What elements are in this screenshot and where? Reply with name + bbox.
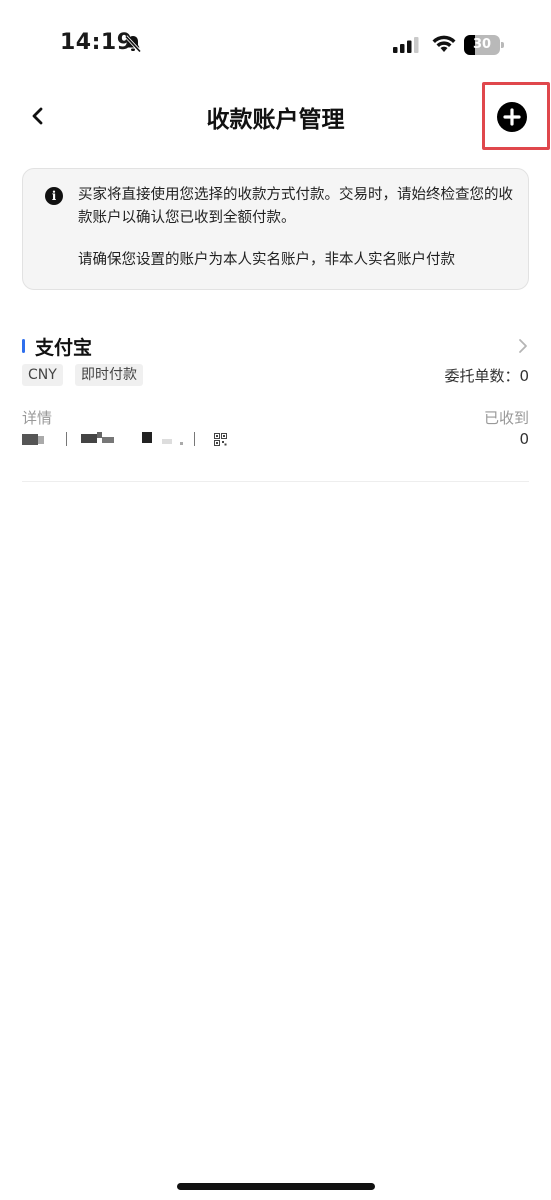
add-circle-icon (503, 108, 521, 126)
battery-tip (501, 42, 504, 48)
notice-text-2: 请确保您设置的账户为本人实名账户，非本人实名账户付款 (78, 252, 455, 268)
wifi-icon (432, 35, 456, 52)
payment-notice: i 买家将直接使用您选择的收款方式付款。交易时，请始终检查您的收款账户以确认您已… (22, 168, 529, 290)
info-icon: i (45, 187, 63, 205)
masked-account-details (22, 430, 242, 448)
bell-off-icon (124, 35, 142, 53)
status-time: 14:19 (60, 30, 133, 55)
status-bar: 14:19 30 (0, 0, 551, 90)
payment-type-tag: 即时付款 (75, 364, 143, 386)
home-indicator (177, 1183, 375, 1190)
currency-tag: CNY (22, 364, 63, 386)
orders-count: 委托单数：0 (444, 367, 529, 385)
qr-code-icon[interactable] (214, 433, 227, 446)
battery-body: 30 (464, 35, 500, 55)
screen: 14:19 30 收款账户管理 i 买家将直接使用您选择的收款方式付款。交易时，… (0, 0, 551, 1200)
account-name: 支付宝 (35, 337, 93, 359)
nav-bar: 收款账户管理 (0, 82, 551, 150)
account-accent-bar (22, 339, 25, 353)
battery-level-text: 30 (472, 37, 492, 52)
signal-icon (393, 37, 419, 53)
notice-text-1: 买家将直接使用您选择的收款方式付款。交易时，请始终检查您的收款账户以确认您已收到… (78, 187, 513, 226)
page-title: 收款账户管理 (206, 107, 345, 133)
add-account-button[interactable] (497, 102, 527, 132)
chevron-right-icon[interactable] (517, 336, 529, 356)
detail-label: 详情 (22, 409, 53, 427)
account-card-alipay[interactable]: 支付宝 CNY 即时付款 委托单数：0 详情 已收到 0 (22, 330, 529, 482)
received-value: 0 (519, 430, 529, 448)
received-label: 已收到 (483, 409, 529, 427)
battery-icon: 30 (464, 35, 504, 55)
